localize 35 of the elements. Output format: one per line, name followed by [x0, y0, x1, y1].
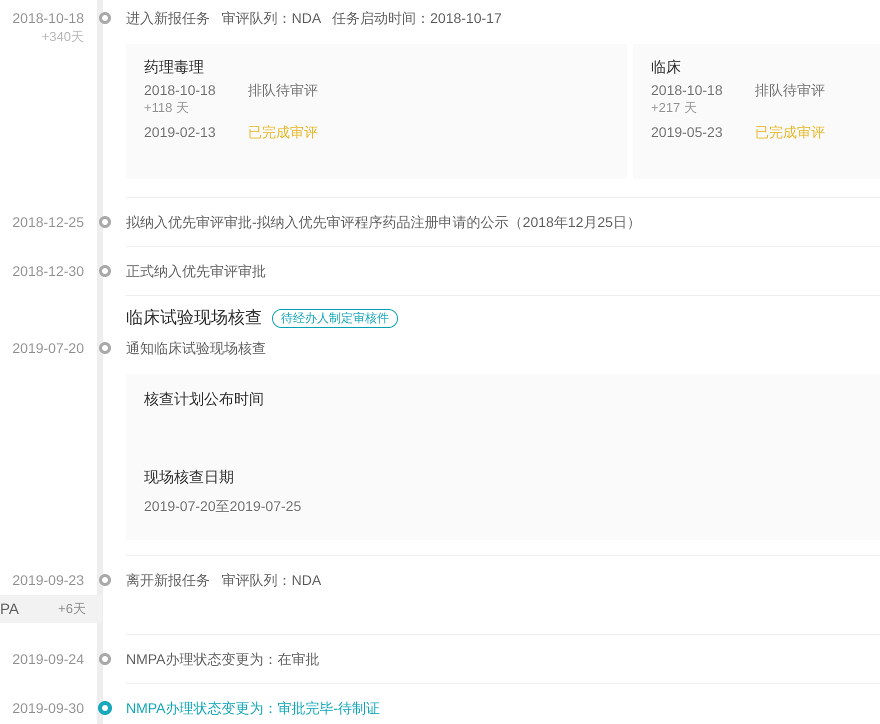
event-text: 正式纳入优先审评审批 — [126, 262, 267, 281]
duration-text: +118 天 — [144, 100, 190, 116]
event-text: 进入新报任务 审评队列：NDA 任务启动时间：2018-10-17 — [126, 9, 503, 28]
event-text: 通知临床试验现场核查 — [126, 339, 267, 358]
status-tag: 待经办人制定审核件 — [272, 308, 398, 328]
duration-text: +217 天 — [651, 100, 698, 116]
field-value: 2019-07-20至2019-07-25 — [144, 497, 302, 516]
event-date: 2019-09-23 — [12, 571, 84, 590]
event-date: 2019-07-20 — [12, 339, 84, 358]
step-status: 排队待审评 — [755, 81, 826, 100]
event-date: 2018-12-30 — [12, 262, 84, 281]
card-title: 药理毒理 — [144, 58, 205, 78]
card-title: 临床 — [651, 58, 682, 78]
field-label: 核查计划公布时间 — [144, 390, 265, 410]
event-text: NMPA办理状态变更为：在审批 — [126, 650, 320, 669]
side-tab[interactable]: PA +6天 — [0, 595, 102, 623]
event-text: 离开新报任务 审评队列：NDA — [126, 571, 322, 590]
event-date: 2018-10-18 — [12, 9, 84, 28]
field-label: 现场核查日期 — [144, 468, 235, 488]
step-date: 2018-10-18 — [144, 81, 217, 100]
step-status: 排队待审评 — [248, 81, 319, 100]
duration-text: +6天 — [58, 600, 86, 618]
side-tab-label: PA — [0, 600, 19, 618]
step-status: 已完成审评 — [248, 123, 319, 142]
event-text: 拟纳入优先审评审批-拟纳入优先审评程序药品注册申请的公示（2018年12月25日） — [126, 213, 642, 232]
event-date: 2019-09-24 — [12, 650, 84, 669]
section-title: 临床试验现场核查 — [126, 307, 262, 329]
event-text: NMPA办理状态变更为：审批完毕-待制证 — [126, 699, 382, 718]
step-date: 2019-02-13 — [144, 123, 217, 142]
step-date: 2019-05-23 — [651, 123, 724, 142]
step-date: 2018-10-18 — [651, 81, 724, 100]
duration-text: +340天 — [42, 28, 84, 46]
event-date: 2019-09-30 — [12, 699, 84, 718]
step-status: 已完成审评 — [755, 123, 826, 142]
event-date: 2018-12-25 — [12, 213, 84, 232]
